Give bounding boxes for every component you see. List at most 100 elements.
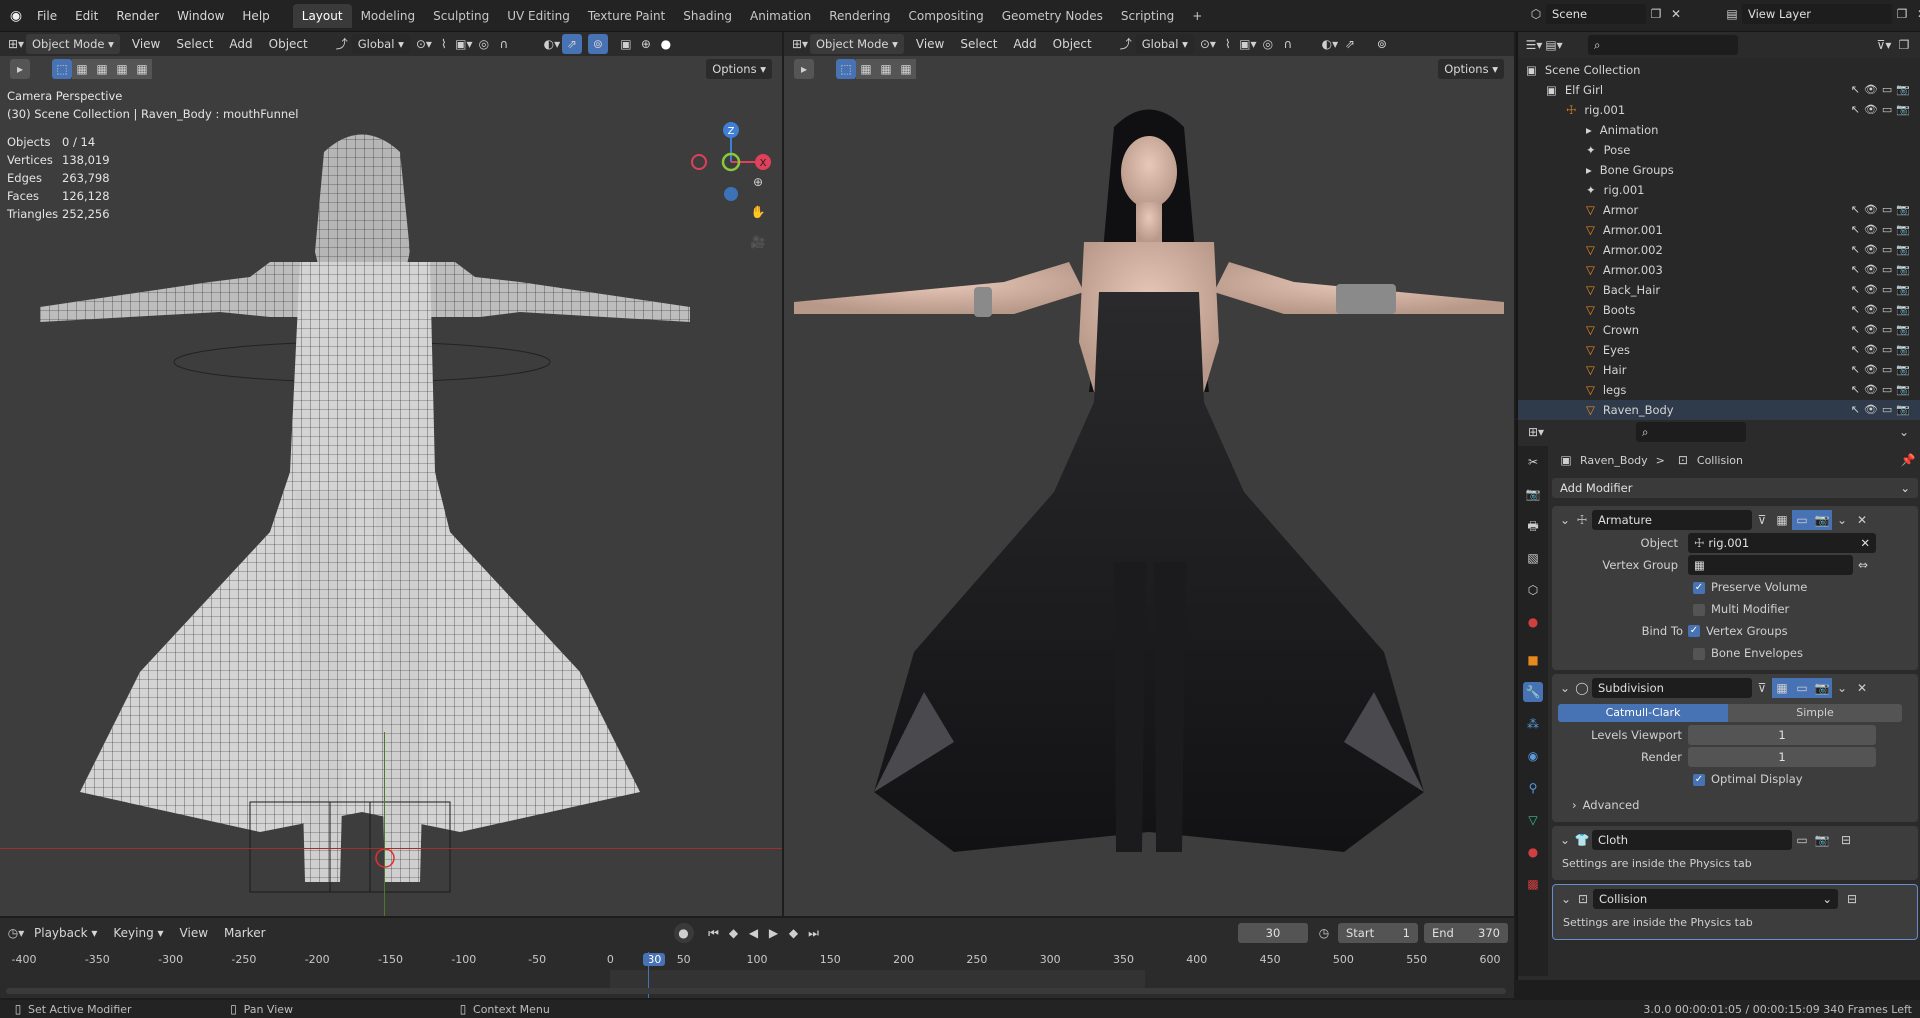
preserve-volume-row[interactable]: ✓ Preserve Volume <box>1558 576 1912 598</box>
outliner-item[interactable]: ✦ Pose <box>1518 140 1920 160</box>
jump-end-icon[interactable]: ⏭ <box>804 923 824 943</box>
catmull-clark-button[interactable]: Catmull-Clark <box>1558 704 1728 722</box>
realtime-icon[interactable]: ▭ <box>1792 510 1812 530</box>
record-icon[interactable]: ● <box>673 923 694 943</box>
menu-object[interactable]: Object <box>1045 32 1100 56</box>
outliner-visibility-icons[interactable]: ↖👁▭📷 <box>1851 400 1914 420</box>
delete-scene-icon[interactable]: ✕ <box>1666 4 1686 24</box>
view-layer-tab-icon[interactable]: ▧ <box>1523 548 1543 568</box>
chevron-right-icon[interactable]: › <box>1572 798 1577 812</box>
snap-target-icon[interactable]: ▣▾ <box>1238 34 1258 54</box>
select-subtract-icon[interactable]: ▦ <box>92 59 112 79</box>
menu-add[interactable]: Add <box>221 32 260 56</box>
realtime-icon[interactable]: ▭ <box>1792 678 1812 698</box>
render-icon[interactable]: 📷 <box>1812 830 1832 850</box>
properties-search[interactable]: ⌕ <box>1636 422 1746 442</box>
chevron-down-icon[interactable]: ⌄ <box>1558 830 1572 850</box>
select-invert-icon[interactable]: ▦ <box>112 59 132 79</box>
falloff-icon[interactable]: ∩ <box>1278 34 1298 54</box>
editmode-icon[interactable]: ▦ <box>1772 510 1792 530</box>
outliner-item[interactable]: ▽ Armor ↖👁▭📷 <box>1518 200 1920 220</box>
chevron-down-icon[interactable]: ⌄ <box>1894 422 1914 442</box>
new-collection-icon[interactable]: ❐ <box>1894 35 1914 55</box>
proportional-icon[interactable]: ◎ <box>474 34 494 54</box>
outliner-item[interactable]: ▽ Armor.001 ↖👁▭📷 <box>1518 220 1920 240</box>
output-tab-icon[interactable]: 🖶 <box>1523 516 1543 536</box>
texture-tab-icon[interactable]: ▩ <box>1523 874 1543 894</box>
orientation-select-left[interactable]: Global ▾ <box>351 34 410 54</box>
editor-type-icon[interactable]: ☰▾ <box>1524 35 1544 55</box>
tool-select-icon[interactable]: ▸ <box>10 59 30 79</box>
vertex-group-field[interactable]: ▦ <box>1688 555 1853 575</box>
clock-icon[interactable]: ◷ <box>1314 923 1334 943</box>
tab-uv-editing[interactable]: UV Editing <box>498 4 579 28</box>
options-left-button[interactable]: Options ▾ <box>706 59 772 79</box>
falloff-icon[interactable]: ∩ <box>494 34 514 54</box>
solid-shading-icon[interactable]: ● <box>656 34 676 54</box>
material-tab-icon[interactable]: ● <box>1523 842 1543 862</box>
render-icon[interactable]: 📷 <box>1812 678 1832 698</box>
tab-compositing[interactable]: Compositing <box>899 4 992 28</box>
chevron-down-icon[interactable]: ⌄ <box>1558 678 1572 698</box>
mode-select-right[interactable]: Object Mode ▾ <box>810 34 904 54</box>
pin-icon[interactable]: 📌 <box>1898 450 1918 470</box>
menu-view[interactable]: View <box>908 32 952 56</box>
armature-object-field[interactable]: ☩ rig.001 ✕ <box>1688 533 1876 553</box>
tab-sculpting[interactable]: Sculpting <box>424 4 498 28</box>
select-extend-icon[interactable]: ▦ <box>72 59 92 79</box>
end-frame-field[interactable]: End 370 <box>1424 923 1508 943</box>
chevron-down-icon[interactable]: ⌄ <box>1832 510 1852 530</box>
add-workspace-button[interactable]: + <box>1183 4 1211 28</box>
timeline-scrollbar[interactable] <box>6 988 1506 994</box>
pivot-icon[interactable]: ⊙▾ <box>414 34 434 54</box>
object-tab-icon[interactable]: ■ <box>1523 650 1543 670</box>
outliner-visibility-icons[interactable]: ↖👁▭📷 <box>1851 280 1914 300</box>
data-tab-icon[interactable]: ▽ <box>1523 810 1543 830</box>
options-right-button[interactable]: Options ▾ <box>1438 59 1504 79</box>
outliner-visibility-icons[interactable]: ↖👁▭📷 <box>1851 340 1914 360</box>
menu-keying[interactable]: Keying ▾ <box>105 921 171 945</box>
subdivision-name-field[interactable]: Subdivision <box>1592 678 1752 698</box>
outliner-item[interactable]: ▣ Scene Collection <box>1518 60 1920 80</box>
outliner-item[interactable]: ▽ Raven_Body ↖👁▭📷 <box>1518 400 1920 420</box>
pivot-icon[interactable]: ⊙▾ <box>1198 34 1218 54</box>
outliner-search[interactable]: ⌕ <box>1588 35 1738 55</box>
tab-shading[interactable]: Shading <box>674 4 741 28</box>
select-intersect-icon[interactable]: ▦ <box>132 59 152 79</box>
tab-scripting[interactable]: Scripting <box>1112 4 1183 28</box>
menu-view[interactable]: View <box>124 32 168 56</box>
cloth-name-field[interactable]: Cloth <box>1592 830 1792 850</box>
outliner-item[interactable]: ▽ Armor.002 ↖👁▭📷 <box>1518 240 1920 260</box>
outliner-visibility-icons[interactable]: ↖👁▭📷 <box>1851 100 1914 120</box>
render-levels-field[interactable]: 1 <box>1688 747 1876 767</box>
visibility-icon[interactable]: ◐▾ <box>542 34 562 54</box>
select-box-icon[interactable]: ⬚ <box>836 59 856 79</box>
bone-envelopes-row[interactable]: Bone Envelopes <box>1558 642 1912 664</box>
mode-select-left[interactable]: Object Mode ▾ <box>26 34 120 54</box>
outliner-visibility-icons[interactable]: ↖👁▭📷 <box>1851 320 1914 340</box>
toggle-icon[interactable]: ⊟ <box>1842 889 1862 909</box>
filter-icon[interactable]: ⊽▾ <box>1874 35 1894 55</box>
blender-logo-icon[interactable]: ◉ <box>4 6 28 26</box>
next-keyframe-icon[interactable]: ◆ <box>784 923 804 943</box>
chevron-down-icon[interactable]: ⌄ <box>1832 678 1852 698</box>
start-frame-field[interactable]: Start 1 <box>1338 923 1418 943</box>
menu-marker[interactable]: Marker <box>216 921 273 945</box>
render-tab-icon[interactable]: 📷 <box>1523 484 1543 504</box>
tool-tab-icon[interactable]: ✂ <box>1523 452 1543 472</box>
realtime-icon[interactable]: ▭ <box>1792 830 1812 850</box>
tab-layout[interactable]: Layout <box>292 3 352 28</box>
select-invert-icon[interactable]: ▦ <box>896 59 916 79</box>
tab-animation[interactable]: Animation <box>741 4 820 28</box>
menu-add[interactable]: Add <box>1005 32 1044 56</box>
scene-field[interactable]: Scene <box>1546 4 1646 24</box>
new-view-layer-icon[interactable]: ❐ <box>1892 4 1912 24</box>
outliner-visibility-icons[interactable]: ↖👁▭📷 <box>1851 220 1914 240</box>
render-icon[interactable]: 📷 <box>1812 510 1832 530</box>
view-layer-selector[interactable]: ▤ View Layer ❐ ✕ <box>1722 4 1920 24</box>
checkbox-icon[interactable] <box>1693 603 1705 616</box>
outliner-item[interactable]: ▽ Armor.003 ↖👁▭📷 <box>1518 260 1920 280</box>
outliner-item[interactable]: ✦ rig.001 <box>1518 180 1920 200</box>
edit-cage-icon[interactable]: ⊽ <box>1752 678 1772 698</box>
close-icon[interactable]: ✕ <box>1852 678 1872 698</box>
